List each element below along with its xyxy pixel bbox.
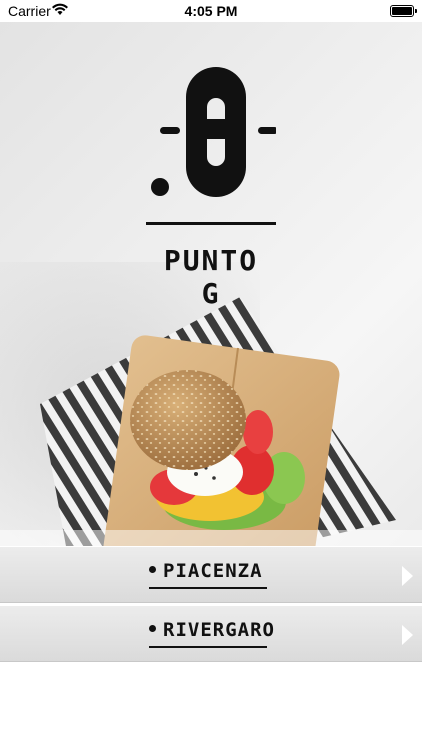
battery-icon [390, 5, 417, 17]
hero-background: PUNTO G [0, 22, 422, 546]
location-row-rivergaro[interactable]: RIVERGARO [0, 605, 422, 662]
location-label: RIVERGARO [163, 619, 275, 641]
logo-divider [146, 222, 276, 225]
status-bar: Carrier 4:05 PM [0, 0, 422, 22]
clock-time: 4:05 PM [184, 3, 238, 19]
location-underline [149, 587, 267, 589]
chevron-right-icon [402, 566, 413, 586]
chevron-right-icon [402, 625, 413, 645]
location-label: PIACENZA [163, 560, 263, 582]
food-image [0, 297, 422, 546]
bullet-icon [149, 625, 156, 632]
location-row-piacenza[interactable]: PIACENZA [0, 546, 422, 603]
bullet-icon [149, 566, 156, 573]
empty-bottom-area [0, 664, 422, 750]
logo-mark [151, 67, 276, 197]
location-underline [149, 646, 267, 648]
